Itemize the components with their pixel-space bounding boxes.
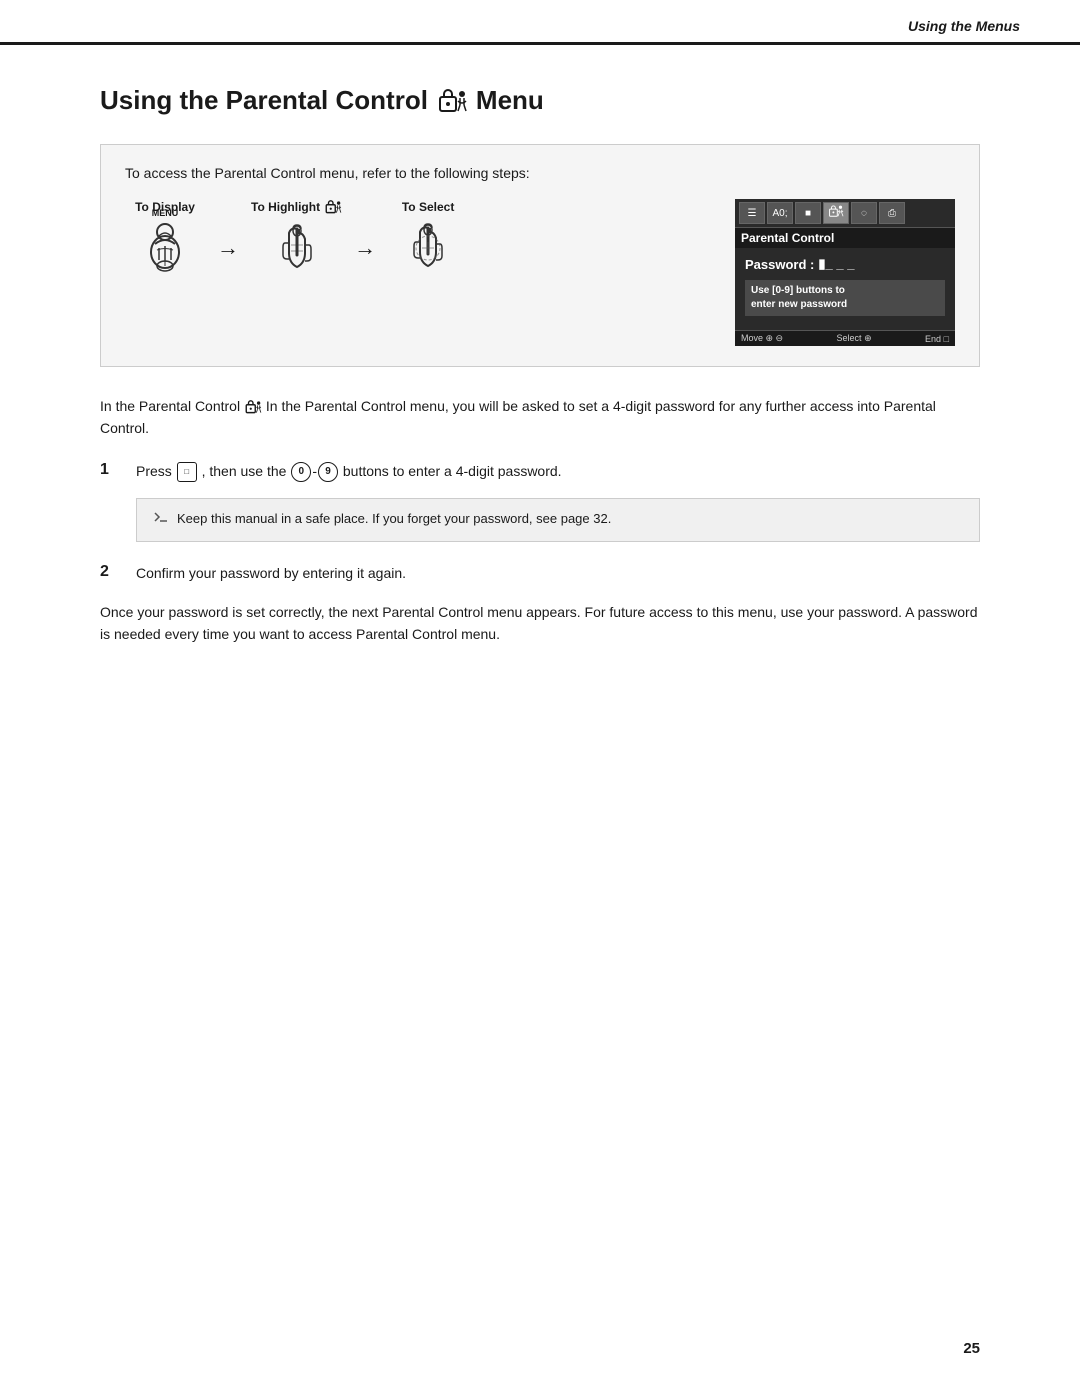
step-2-number: 2 (100, 562, 120, 581)
tv-content-area: Password : ▮_ _ _ Use [0-9] buttons to e… (735, 248, 955, 330)
enter-button-icon: □ (177, 462, 197, 482)
tv-icons-row: ☰ A0; ■ (735, 199, 955, 227)
steps-diagram: To Display MENU (125, 199, 955, 346)
tv-password-cursor: ▮_ _ _ (818, 256, 854, 272)
instruction-box: To access the Parental Control menu, ref… (100, 144, 980, 367)
nine-button-icon: 9 (318, 462, 338, 482)
select-icon-container (402, 222, 454, 276)
tv-title-bar: Parental Control (735, 227, 955, 248)
tv-status-bar: Move ⊕ ⊖ Select ⊕ End □ (735, 330, 955, 346)
step-select: To Select (388, 200, 468, 276)
step-highlight-label: To Highlight (251, 199, 342, 215)
step-2-text: Confirm your password by entering it aga… (136, 562, 980, 584)
tv-screen: ☰ A0; ■ (735, 199, 955, 346)
page-number: 25 (963, 1340, 980, 1357)
tv-icon-4 (823, 202, 849, 224)
main-content: Using the Parental Control Menu To (0, 45, 1080, 725)
tv-password-row: Password : ▮_ _ _ (745, 256, 945, 272)
body-intro-text: In the Parental Control In the Parental … (100, 395, 980, 440)
steps-left: To Display MENU (125, 199, 735, 277)
tv-status-move: Move ⊕ ⊖ (741, 333, 783, 344)
tv-icon-1: ☰ (739, 202, 765, 224)
page-title: Using the Parental Control Menu (100, 85, 980, 116)
arrow1: → (217, 235, 239, 261)
step-display: To Display MENU (125, 200, 205, 276)
inline-parental-icon (244, 399, 262, 415)
header-title: Using the Menus (908, 18, 1020, 34)
note-box: Keep this manual in a safe place. If you… (136, 498, 980, 542)
step-highlight: To Highlight (251, 199, 342, 277)
step-1-text: Press □ , then use the 0-9 buttons to en… (136, 460, 980, 482)
header-bar: Using the Menus (0, 0, 1080, 45)
arrow2: → (354, 235, 376, 261)
tv-icon-6: ⎙ (879, 202, 905, 224)
menu-label: MENU (152, 208, 179, 218)
tv-icon-5: ◌ (851, 202, 877, 224)
highlight-icon-container (271, 223, 323, 277)
hand-press-icon (139, 222, 191, 276)
note-icon (153, 509, 169, 531)
hand-point-icon (271, 223, 323, 277)
step-2-container: 2 Confirm your password by entering it a… (100, 562, 980, 584)
step-1-container: 1 Press □ , then use the 0-9 buttons to … (100, 460, 980, 482)
tv-icon-3: ■ (795, 202, 821, 224)
instruction-intro: To access the Parental Control menu, ref… (125, 165, 955, 181)
tv-status-end: End □ (925, 334, 949, 344)
highlight-parental-icon (324, 199, 342, 215)
tv-hint-box: Use [0-9] buttons to enter new password (745, 280, 945, 316)
zero-button-icon: 0 (291, 462, 311, 482)
step-1-number: 1 (100, 460, 120, 479)
tv-icon-2: A0; (767, 202, 793, 224)
note-text: Keep this manual in a safe place. If you… (177, 509, 611, 529)
parental-control-icon (436, 87, 468, 115)
step-select-label: To Select (402, 200, 454, 214)
hand-select-icon (402, 222, 454, 276)
page-title-suffix: Menu (476, 85, 544, 116)
display-icon-container: MENU (139, 222, 191, 276)
page-container: Using the Menus Using the Parental Contr… (0, 0, 1080, 1397)
page-title-text: Using the Parental Control (100, 85, 428, 116)
tv-status-select: Select ⊕ (837, 333, 872, 344)
conclusion-text: Once your password is set correctly, the… (100, 601, 980, 646)
